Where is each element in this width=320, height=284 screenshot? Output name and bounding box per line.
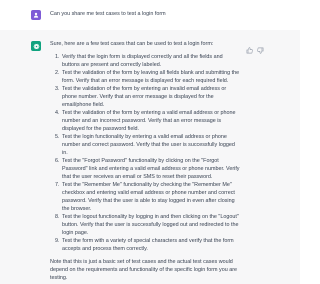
test-case-item: Test the validation of the form by enter…	[61, 110, 240, 134]
test-case-item: Test the validation of the form by enter…	[61, 86, 240, 110]
assistant-message: Sure, here are a few test cases that can…	[50, 41, 240, 283]
thumbs-down-icon[interactable]	[257, 41, 264, 54]
test-case-item: Verify that the login form is displayed …	[61, 54, 240, 70]
test-case-list: Verify that the login form is displayed …	[50, 54, 240, 254]
test-case-item: Test the validation of the form by leavi…	[61, 70, 240, 86]
user-avatar-icon	[31, 10, 41, 20]
test-case-item: Test the "Remember Me" functionality by …	[61, 182, 240, 214]
thumbs-up-icon[interactable]	[246, 41, 253, 54]
assistant-message-row: Sure, here are a few test cases that can…	[0, 30, 300, 284]
chat-page: Can you share me test cases to test a lo…	[0, 0, 300, 284]
assistant-note: Note that this is just a basic set of te…	[50, 258, 237, 281]
test-case-item: Test the logout functionality by logging…	[61, 214, 240, 238]
assistant-intro: Sure, here are a few test cases that can…	[50, 41, 214, 47]
user-message-text: Can you share me test cases to test a lo…	[50, 11, 166, 17]
user-message-row: Can you share me test cases to test a lo…	[0, 0, 300, 31]
openai-logo-icon	[31, 41, 41, 51]
test-case-item: Test the login functionality by entering…	[61, 134, 240, 158]
test-case-item: Test the "Forgot Password" functionality…	[61, 158, 240, 182]
test-case-item: Test the form with a variety of special …	[61, 238, 240, 254]
